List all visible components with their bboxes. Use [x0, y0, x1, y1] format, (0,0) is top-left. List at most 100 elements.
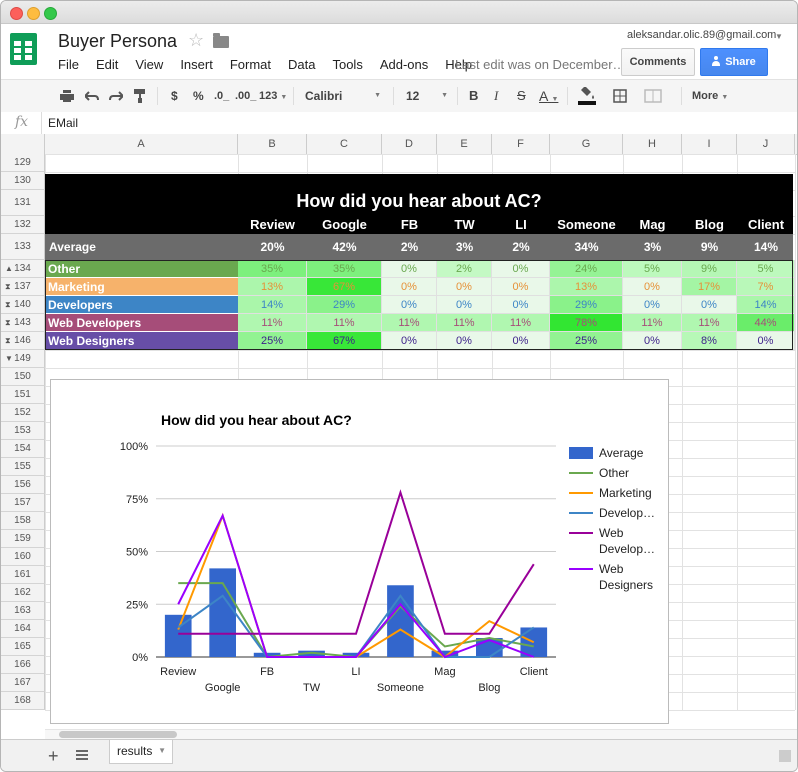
sheet-tab-results[interactable]: results ▼ — [109, 740, 173, 764]
row-number: 163 — [14, 605, 31, 616]
all-sheets-icon[interactable] — [76, 750, 88, 760]
column-header-c[interactable]: C — [307, 134, 382, 154]
row-header-167[interactable]: 167 — [1, 674, 45, 692]
font-size-dropdown[interactable]: 12 ▼ — [406, 88, 448, 104]
document-title[interactable]: Buyer Persona — [58, 31, 177, 52]
row-header-130[interactable]: 130 — [1, 172, 45, 190]
menu-view[interactable]: View — [135, 57, 163, 72]
spreadsheet-grid[interactable]: ABCDEFGHIJ 129 130 131 132 133 134 ▲ 137 ⧗ 140 ⧗ 14… — [1, 134, 797, 728]
comments-button[interactable]: Comments — [621, 48, 695, 76]
font-family-dropdown[interactable]: Calibri ▼ — [305, 88, 383, 104]
sheets-logo-icon[interactable] — [10, 33, 37, 65]
format-percent-button[interactable]: % — [193, 88, 204, 104]
borders-icon[interactable] — [613, 89, 627, 103]
column-header-b[interactable]: B — [238, 134, 307, 154]
formula-input[interactable]: EMail — [48, 116, 78, 130]
column-header-h[interactable]: H — [623, 134, 682, 154]
row-header-156[interactable]: 156 — [1, 476, 45, 494]
menu-tools[interactable]: Tools — [332, 57, 362, 72]
row-header-140[interactable]: 140 ⧗ — [1, 296, 45, 314]
group-toggle-icon[interactable]: ⧗ — [5, 332, 11, 350]
star-icon[interactable]: ☆ — [188, 30, 204, 51]
close-window-icon[interactable] — [10, 7, 23, 20]
last-edit-status[interactable]: Last edit was on December… — [455, 57, 626, 72]
row-header-158[interactable]: 158 — [1, 512, 45, 530]
column-header-j[interactable]: J — [737, 134, 795, 154]
explore-icon[interactable] — [779, 750, 791, 762]
fill-color-icon[interactable] — [578, 87, 600, 105]
italic-button[interactable]: I — [494, 88, 498, 104]
toolbar-separator — [157, 87, 158, 105]
row-header-163[interactable]: 163 — [1, 602, 45, 620]
row-header-133[interactable]: 133 — [1, 234, 45, 260]
column-header-e[interactable]: E — [437, 134, 492, 154]
row-number: 146 — [14, 335, 31, 346]
paint-format-icon[interactable] — [133, 89, 147, 103]
row-header-166[interactable]: 166 — [1, 656, 45, 674]
menu-file[interactable]: File — [58, 57, 79, 72]
row-header-152[interactable]: 152 — [1, 404, 45, 422]
row-header-155[interactable]: 155 — [1, 458, 45, 476]
column-header-i[interactable]: I — [682, 134, 737, 154]
group-toggle-icon[interactable]: ⧗ — [5, 278, 11, 296]
embedded-chart[interactable]: How did you hear about AC? 0% 25% 50% 75% 100… — [50, 379, 669, 724]
group-toggle-icon[interactable]: ▲ — [5, 260, 13, 278]
row-header-157[interactable]: 157 — [1, 494, 45, 512]
decrease-decimal-button[interactable]: .0_ — [214, 88, 229, 104]
group-toggle-icon[interactable]: ▼ — [5, 350, 13, 368]
share-button[interactable]: Share — [700, 48, 768, 76]
menu-edit[interactable]: Edit — [96, 57, 118, 72]
row-header-150[interactable]: 150 — [1, 368, 45, 386]
row-header-149[interactable]: 149 ▼ — [1, 350, 45, 368]
row-header-165[interactable]: 165 — [1, 638, 45, 656]
account-chevron-down-icon[interactable]: ▼ — [775, 32, 783, 41]
column-header-f[interactable]: F — [492, 134, 550, 154]
select-all-corner[interactable] — [1, 134, 45, 154]
row-header-132[interactable]: 132 — [1, 216, 45, 234]
row-header-143[interactable]: 143 ⧗ — [1, 314, 45, 332]
table-border — [45, 260, 793, 350]
more-dropdown[interactable]: More ▼ — [692, 88, 728, 104]
row-header-134[interactable]: 134 ▲ — [1, 260, 45, 278]
row-header-160[interactable]: 160 — [1, 548, 45, 566]
account-email[interactable]: aleksandar.olic.89@gmail.com — [627, 29, 776, 41]
row-header-161[interactable]: 161 — [1, 566, 45, 584]
group-toggle-icon[interactable]: ⧗ — [5, 296, 11, 314]
redo-icon[interactable] — [109, 90, 123, 102]
undo-icon[interactable] — [85, 90, 99, 102]
row-header-129[interactable]: 129 — [1, 154, 45, 172]
format-currency-button[interactable]: $ — [171, 88, 178, 104]
scrollbar-thumb[interactable] — [59, 731, 177, 738]
minimize-window-icon[interactable] — [27, 7, 40, 20]
row-header-162[interactable]: 162 — [1, 584, 45, 602]
column-header-d[interactable]: D — [382, 134, 437, 154]
menu-data[interactable]: Data — [288, 57, 315, 72]
row-header-146[interactable]: 146 ⧗ — [1, 332, 45, 350]
increase-decimal-button[interactable]: .00_ — [235, 88, 256, 104]
folder-icon[interactable] — [213, 33, 229, 48]
merge-cells-icon[interactable] — [644, 89, 662, 103]
row-header-164[interactable]: 164 — [1, 620, 45, 638]
row-header-168[interactable]: 168 — [1, 692, 45, 710]
y-tick-label: 0% — [132, 652, 148, 664]
row-header-153[interactable]: 153 — [1, 422, 45, 440]
row-header-154[interactable]: 154 — [1, 440, 45, 458]
number-format-dropdown[interactable]: 123 ▼ — [259, 88, 287, 104]
column-header-g[interactable]: G — [550, 134, 623, 154]
menu-insert[interactable]: Insert — [180, 57, 213, 72]
print-icon[interactable] — [60, 90, 74, 102]
column-header-a[interactable]: A — [45, 134, 238, 154]
row-header-137[interactable]: 137 ⧗ — [1, 278, 45, 296]
row-header-159[interactable]: 159 — [1, 530, 45, 548]
strikethrough-button[interactable]: S — [517, 88, 526, 104]
group-toggle-icon[interactable]: ⧗ — [5, 314, 11, 332]
menu-addons[interactable]: Add-ons — [380, 57, 428, 72]
row-header-151[interactable]: 151 — [1, 386, 45, 404]
text-color-button[interactable]: A ▼ — [539, 88, 558, 104]
menu-format[interactable]: Format — [230, 57, 271, 72]
chevron-down-icon: ▼ — [280, 94, 288, 101]
row-header-131[interactable]: 131 — [1, 190, 45, 216]
add-sheet-icon[interactable]: + — [48, 746, 59, 767]
zoom-window-icon[interactable] — [44, 7, 57, 20]
bold-button[interactable]: B — [469, 88, 478, 104]
